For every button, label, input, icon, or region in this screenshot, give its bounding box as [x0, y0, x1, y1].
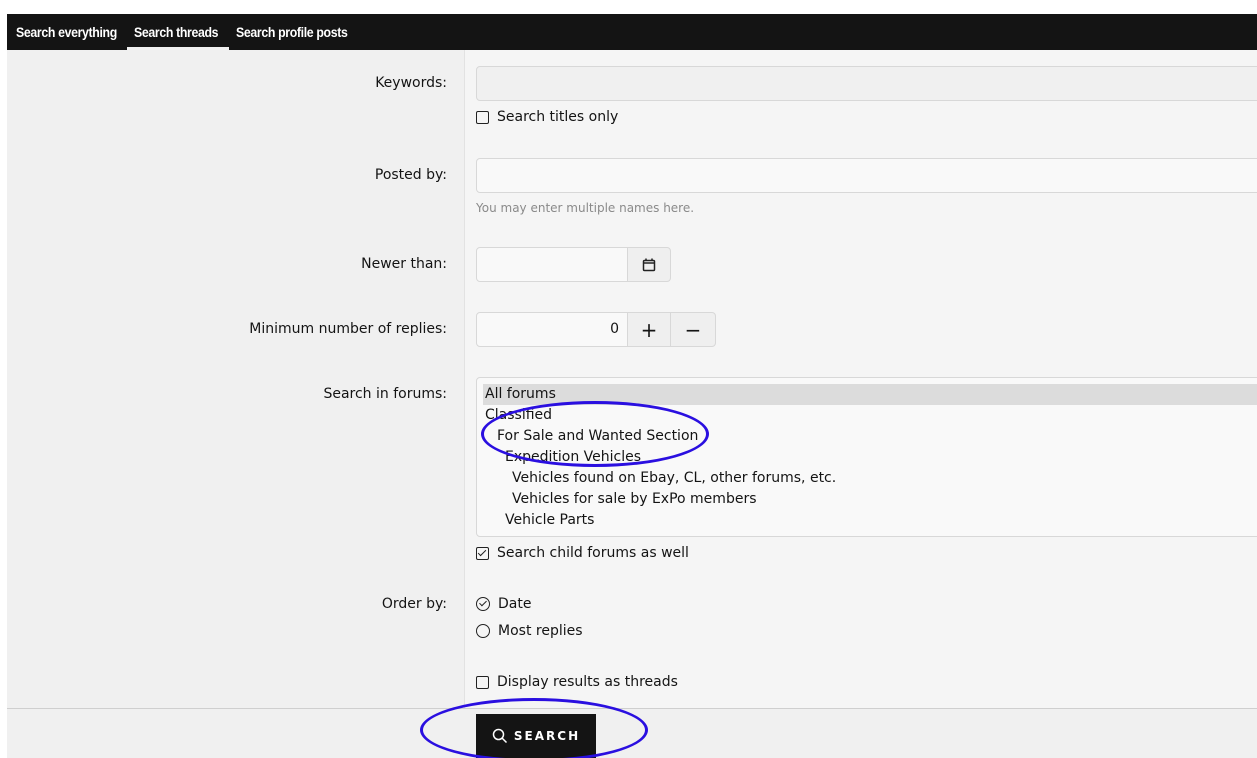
- newer-than-input[interactable]: [476, 247, 628, 282]
- tab-label: Search profile posts: [236, 24, 348, 40]
- min-replies-label: Minimum number of replies:: [249, 321, 447, 337]
- form-footer: [7, 708, 1257, 758]
- radio-checked-icon: [476, 597, 490, 611]
- display-as-threads-checkbox[interactable]: Display results as threads: [476, 674, 678, 690]
- search-tabs: Search everything Search threads Search …: [7, 14, 1257, 50]
- tab-label: Search threads: [134, 24, 219, 40]
- minus-icon: −: [684, 317, 702, 342]
- search-icon: [492, 728, 507, 744]
- plus-icon: +: [640, 317, 658, 342]
- radio-icon: [476, 624, 490, 638]
- forum-option-vehicle-parts[interactable]: Vehicle Parts: [477, 510, 1257, 531]
- checkbox-icon: [476, 675, 489, 689]
- order-by-date-label: Date: [498, 596, 532, 612]
- checkbox-checked-icon: [476, 546, 489, 560]
- forum-option-vehicles-for-sale[interactable]: Vehicles for sale by ExPo members: [477, 489, 1257, 510]
- calendar-icon: [642, 258, 656, 271]
- posted-by-input[interactable]: [476, 158, 1257, 193]
- forum-option-all-forums[interactable]: All forums: [483, 384, 1257, 405]
- search-titles-only-label: Search titles only: [497, 109, 619, 125]
- posted-by-label: Posted by:: [374, 167, 447, 183]
- search-button[interactable]: SEARCH: [476, 714, 596, 758]
- order-by-most-replies-radio[interactable]: Most replies: [476, 623, 583, 639]
- decrement-button[interactable]: −: [670, 312, 716, 347]
- forum-option-for-sale-wanted[interactable]: For Sale and Wanted Section: [477, 426, 1257, 447]
- min-replies-input[interactable]: 0: [476, 312, 628, 347]
- tab-search-profile-posts[interactable]: Search profile posts: [229, 14, 349, 50]
- order-by-label: Order by:: [381, 596, 447, 612]
- order-by-most-replies-label: Most replies: [498, 623, 583, 639]
- forum-option-expedition-vehicles[interactable]: Expedition Vehicles: [477, 447, 1257, 468]
- forum-option-classified[interactable]: Classified: [477, 405, 1257, 426]
- search-child-forums-checkbox[interactable]: Search child forums as well: [476, 545, 689, 561]
- search-titles-only-checkbox[interactable]: Search titles only: [476, 109, 618, 125]
- checkbox-icon: [476, 110, 489, 124]
- increment-button[interactable]: +: [627, 312, 671, 347]
- forum-option-vehicles-found[interactable]: Vehicles found on Ebay, CL, other forums…: [477, 468, 1257, 489]
- display-as-threads-label: Display results as threads: [497, 674, 678, 690]
- posted-by-hint: You may enter multiple names here.: [476, 201, 695, 215]
- tab-search-everything[interactable]: Search everything: [9, 14, 127, 50]
- keywords-label: Keywords:: [375, 75, 447, 91]
- order-by-date-radio[interactable]: Date: [476, 596, 531, 612]
- tab-label: Search everything: [16, 24, 117, 40]
- forums-listbox[interactable]: All forums Classified For Sale and Wante…: [476, 377, 1257, 537]
- keywords-input[interactable]: [476, 66, 1257, 101]
- date-picker-button[interactable]: [627, 247, 671, 282]
- newer-than-label: Newer than:: [361, 256, 447, 272]
- tab-search-threads[interactable]: Search threads: [127, 14, 229, 50]
- search-button-label: SEARCH: [513, 729, 581, 743]
- search-child-forums-label: Search child forums as well: [497, 545, 689, 561]
- search-in-forums-label: Search in forums:: [323, 386, 447, 402]
